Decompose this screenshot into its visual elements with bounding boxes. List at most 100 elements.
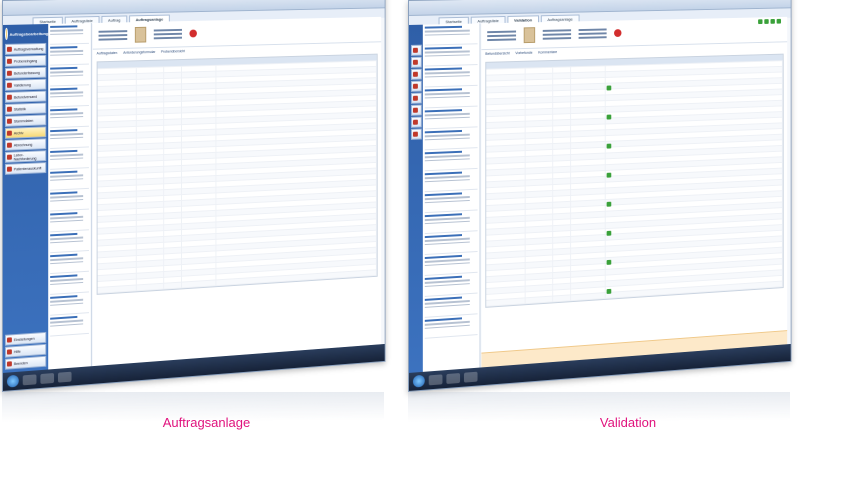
list-item[interactable] xyxy=(50,232,89,254)
list-item[interactable] xyxy=(424,46,478,67)
list-item[interactable] xyxy=(424,274,478,297)
taskbar-app[interactable] xyxy=(463,371,478,383)
list-item[interactable] xyxy=(50,149,89,170)
taskbar-app[interactable] xyxy=(57,371,72,383)
validation-toolbar xyxy=(757,18,782,25)
taskbar-app[interactable] xyxy=(40,373,55,385)
checkmark-icon[interactable] xyxy=(758,19,763,25)
list-item[interactable] xyxy=(50,170,89,191)
list-item[interactable] xyxy=(424,233,478,256)
sidebar-bottom: Einstellungen Hilfe Beenden xyxy=(3,331,48,371)
module-icon xyxy=(6,58,12,64)
list-item[interactable] xyxy=(424,129,478,151)
list-item[interactable] xyxy=(424,87,478,109)
list-item[interactable] xyxy=(424,150,478,172)
list-item[interactable] xyxy=(424,191,478,214)
exit-button[interactable]: Beenden xyxy=(4,355,47,370)
exit-icon xyxy=(6,361,12,367)
sidebar-item[interactable]: Probeneingang xyxy=(4,54,47,67)
module-icon xyxy=(6,118,12,124)
sidebar-item[interactable]: Patientenauskunft xyxy=(4,162,47,175)
list-item[interactable] xyxy=(424,67,478,88)
tab-probenuebersicht[interactable]: Probenübersicht xyxy=(161,49,185,54)
sidebar-item[interactable]: Abrechnung xyxy=(4,138,47,151)
taskbar-app[interactable] xyxy=(22,374,37,386)
sidebar-icon-button[interactable] xyxy=(410,104,422,116)
blood-drop-icon xyxy=(614,29,622,38)
start-button-icon[interactable] xyxy=(6,374,19,388)
taskbar-app[interactable] xyxy=(446,373,461,385)
list-item[interactable] xyxy=(50,294,89,316)
module-icon xyxy=(6,142,12,148)
patient-photo-icon xyxy=(523,27,536,44)
list-item[interactable] xyxy=(424,170,478,193)
tab-kommentare[interactable]: Kommentare xyxy=(538,50,557,54)
list-item[interactable] xyxy=(424,253,478,276)
list-item[interactable] xyxy=(424,316,478,339)
sidebar-icon-button[interactable] xyxy=(410,128,422,140)
patient-photo-icon xyxy=(134,26,147,43)
order-list xyxy=(48,23,92,370)
list-item[interactable] xyxy=(50,66,89,87)
list-item[interactable] xyxy=(50,25,89,45)
tab-vorbefunde[interactable]: Vorbefunde xyxy=(515,51,532,55)
results-table xyxy=(485,53,784,308)
module-icon xyxy=(412,107,418,113)
list-item[interactable] xyxy=(50,128,89,150)
sidebar-icon-button[interactable] xyxy=(410,80,422,92)
sidebar-item[interactable]: Stammdaten xyxy=(4,114,47,127)
help-icon xyxy=(6,349,12,355)
sidebar-item[interactable]: Labor-Nachforderung xyxy=(4,150,47,163)
sidebar-item[interactable]: Statistik xyxy=(4,102,47,115)
list-item[interactable] xyxy=(50,252,89,275)
list-item[interactable] xyxy=(424,212,478,235)
sidebar-item[interactable]: Befunderfassung xyxy=(4,66,47,79)
tab-befunduebersicht[interactable]: Befundübersicht xyxy=(485,51,509,56)
sidebar-item[interactable]: Auftragsverwaltung xyxy=(4,42,47,55)
list-item[interactable] xyxy=(50,107,89,129)
tab-anforderungsformular[interactable]: Anforderungsformular xyxy=(123,50,155,55)
sidebar-icon-button[interactable] xyxy=(410,92,422,104)
start-button-icon[interactable] xyxy=(412,374,425,388)
taskbar-app[interactable] xyxy=(428,374,443,386)
list-item[interactable] xyxy=(50,190,89,212)
sidebar-item[interactable]: Befundversand xyxy=(4,90,47,103)
list-item[interactable] xyxy=(50,211,89,233)
caption-auftragsanlage: Auftragsanlage xyxy=(162,415,251,430)
module-icon xyxy=(412,83,418,89)
module-icon xyxy=(412,95,418,101)
validation-list xyxy=(422,23,481,372)
sidebar-icon-button[interactable] xyxy=(410,44,422,56)
module-icon xyxy=(412,71,418,77)
list-item[interactable] xyxy=(424,295,478,318)
list-item[interactable] xyxy=(50,315,89,337)
order-detail: Auftragsdaten Anforderungsformular Probe… xyxy=(92,16,382,367)
list-item[interactable] xyxy=(50,45,89,66)
module-icon xyxy=(412,131,418,137)
module-icon xyxy=(6,70,12,76)
tab-auftragsdaten[interactable]: Auftragsdaten xyxy=(97,51,118,55)
checkmark-icon[interactable] xyxy=(770,18,775,24)
sidebar-collapsed xyxy=(408,24,423,373)
sidebar-item-selected[interactable]: Archiv xyxy=(4,126,47,139)
sidebar-header: Auftragsbearbeitung xyxy=(3,24,48,43)
module-icon xyxy=(6,154,12,160)
sidebar-icon-button[interactable] xyxy=(410,68,422,80)
list-item[interactable] xyxy=(424,108,478,130)
sidebar-item[interactable]: Validierung xyxy=(4,78,47,91)
checkmark-icon[interactable] xyxy=(764,19,769,24)
app-logo-icon xyxy=(4,27,8,40)
module-icon xyxy=(6,82,12,88)
app-title: Auftragsbearbeitung xyxy=(9,30,49,37)
checkmark-icon[interactable] xyxy=(776,18,782,24)
sidebar: Auftragsbearbeitung Auftragsverwaltung P… xyxy=(2,24,49,373)
app-window: Startseite Auftragsliste Validation Auft… xyxy=(408,0,792,392)
blood-drop-icon xyxy=(189,29,197,38)
sidebar-icon-button[interactable] xyxy=(410,56,422,68)
module-icon xyxy=(412,119,418,125)
list-item[interactable] xyxy=(50,273,89,295)
sidebar-icon-button[interactable] xyxy=(410,116,422,128)
module-icon xyxy=(412,47,418,53)
list-item[interactable] xyxy=(50,87,89,108)
list-item[interactable] xyxy=(424,25,478,46)
